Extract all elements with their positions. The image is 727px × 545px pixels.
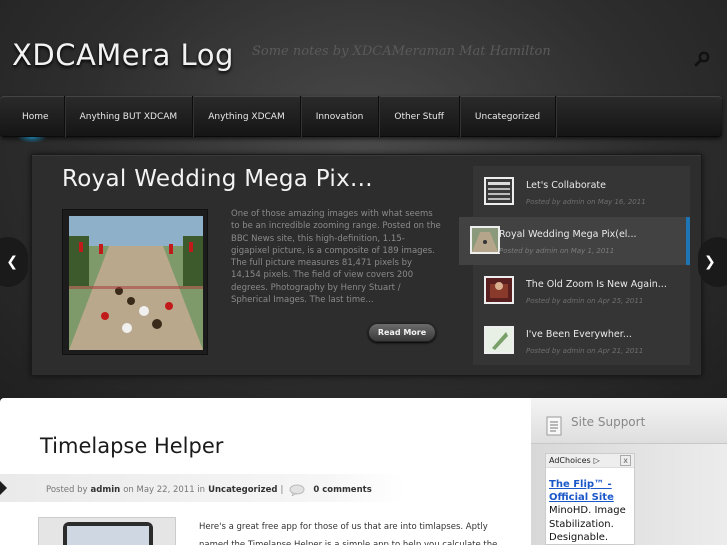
nav-item-innovation[interactable]: Innovation bbox=[301, 96, 380, 137]
featured-title[interactable]: Royal Wedding Mega Pix... bbox=[62, 166, 373, 192]
featured-list: Let's Collaborate Posted by admin on May… bbox=[459, 166, 690, 365]
featured-list-meta: Posted by admin on Apr 21, 2011 bbox=[526, 347, 644, 355]
sidebar-widget-title: Site Support bbox=[571, 415, 646, 429]
read-more-button[interactable]: Read More bbox=[368, 323, 436, 342]
ad-headline-link[interactable]: The Flip™ - Official Site bbox=[549, 479, 633, 504]
post-title[interactable]: Timelapse Helper bbox=[40, 434, 223, 458]
chevron-left-icon: ❮ bbox=[6, 254, 18, 270]
phone-screen bbox=[67, 526, 149, 545]
featured-list-thumb bbox=[484, 177, 514, 205]
featured-list-item[interactable]: Let's Collaborate Posted by admin on May… bbox=[473, 168, 690, 216]
featured-list-title: Royal Wedding Mega Pix(el... bbox=[499, 229, 637, 240]
search-icon[interactable] bbox=[694, 51, 710, 67]
royal-wedding-photo bbox=[69, 216, 203, 350]
featured-list-item[interactable]: The Old Zoom Is New Again... Posted by a… bbox=[473, 267, 690, 315]
featured-image[interactable] bbox=[62, 209, 208, 355]
ad-body-text: MinoHD. Image Stabilization. Designable. bbox=[549, 505, 626, 543]
ad-choices-bar[interactable]: AdChoices ▷ x bbox=[546, 454, 634, 468]
featured-list-meta: Posted by admin on May 16, 2011 bbox=[526, 198, 646, 206]
featured-list-meta: Posted by admin on Apr 25, 2011 bbox=[526, 297, 644, 305]
main-navigation: Home Anything BUT XDCAM Anything XDCAM I… bbox=[0, 96, 722, 143]
post-thumbnail[interactable] bbox=[38, 517, 176, 545]
featured-list-thumb bbox=[470, 226, 500, 254]
featured-list-title: Let's Collaborate bbox=[526, 180, 606, 191]
nav-item-uncategorized[interactable]: Uncategorized bbox=[460, 96, 557, 137]
featured-list-title: I've Been Everywher... bbox=[526, 329, 632, 340]
ad-choices-icon: ▷ bbox=[593, 456, 600, 465]
nav-item-anything-xdcam[interactable]: Anything XDCAM bbox=[193, 96, 301, 137]
posted-by-label: Posted by bbox=[46, 485, 88, 495]
site-tagline: Some notes by XDCAMeraman Mat Hamilton bbox=[252, 44, 551, 59]
comment-bubble-icon bbox=[289, 484, 305, 496]
post-meta: Posted by admin on May 22, 2011 in Uncat… bbox=[46, 484, 375, 496]
slider-next-button[interactable]: ❯ bbox=[698, 237, 727, 287]
nav-item-other-stuff[interactable]: Other Stuff bbox=[379, 96, 460, 137]
post-date: on May 22, 2011 in bbox=[123, 485, 206, 495]
nav-item-anything-but-xdcam[interactable]: Anything BUT XDCAM bbox=[65, 96, 194, 137]
featured-list-item[interactable]: I've Been Everywher... Posted by admin o… bbox=[473, 317, 690, 365]
sidebar-ad[interactable]: AdChoices ▷ x The Flip™ - Official Site … bbox=[545, 453, 635, 545]
featured-excerpt: One of those amazing images with what se… bbox=[231, 209, 441, 306]
chevron-right-icon: ❯ bbox=[704, 254, 716, 270]
ad-choices-label: AdChoices bbox=[549, 456, 591, 465]
meta-separator: | bbox=[280, 485, 284, 495]
post-category-link[interactable]: Uncategorized bbox=[208, 485, 277, 495]
document-icon bbox=[546, 416, 562, 436]
featured-list-thumb bbox=[484, 276, 514, 304]
post-excerpt: Here's a great free app for those of us … bbox=[199, 522, 498, 545]
meta-tab-arrow bbox=[0, 481, 7, 495]
post-comments-link[interactable]: 0 comments bbox=[313, 485, 371, 495]
iphone-image bbox=[63, 522, 153, 545]
site-title[interactable]: XDCAMera Log bbox=[12, 38, 234, 72]
featured-list-thumb bbox=[484, 326, 514, 354]
post-author-link[interactable]: admin bbox=[91, 485, 121, 495]
active-indicator bbox=[686, 217, 690, 265]
featured-list-title: The Old Zoom Is New Again... bbox=[526, 279, 667, 290]
ad-close-icon[interactable]: x bbox=[620, 455, 631, 466]
nav-item-home[interactable]: Home bbox=[0, 96, 65, 143]
featured-list-meta: Posted by admin on May 1, 2011 bbox=[499, 247, 615, 255]
featured-list-item-active[interactable]: Royal Wedding Mega Pix(el... Posted by a… bbox=[459, 217, 690, 265]
